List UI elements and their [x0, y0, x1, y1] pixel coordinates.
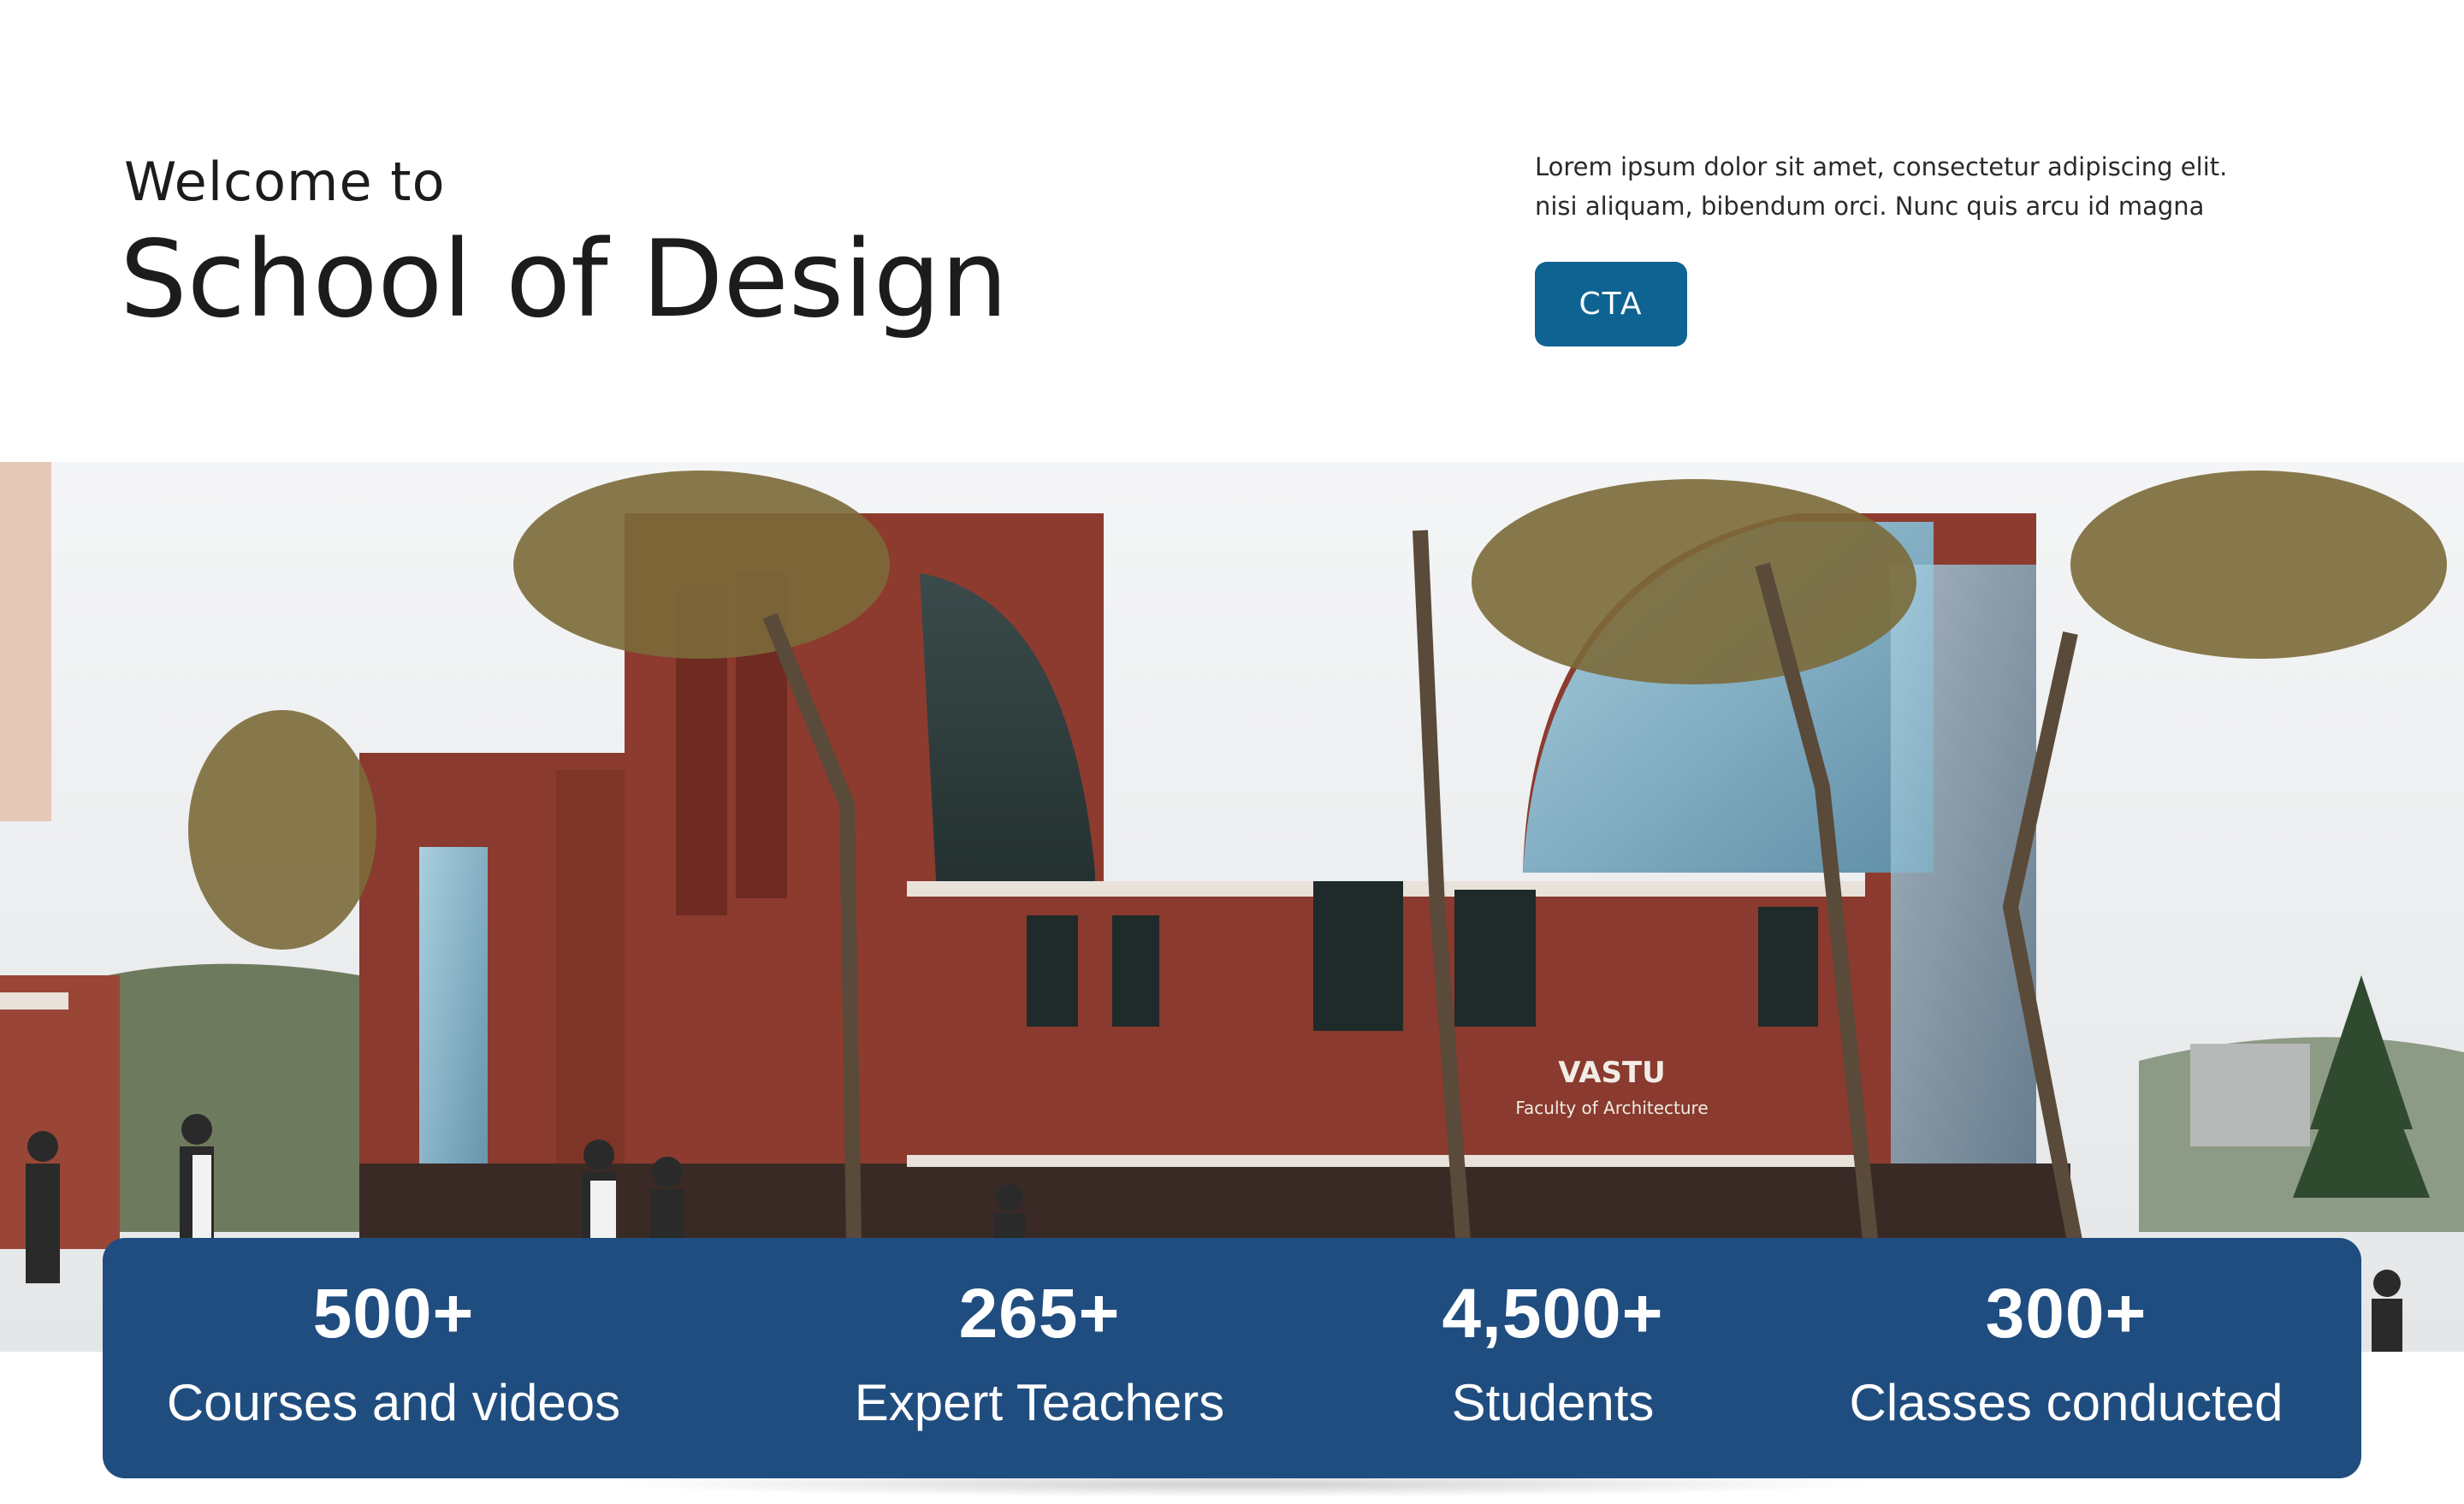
stat-label: Expert Teachers [854, 1374, 1225, 1431]
hero-header: Welcome to School of Design Lorem ipsum … [0, 0, 2464, 462]
sign-subtext: Faculty of Architecture [1515, 1098, 1708, 1118]
campus-photo: VASTU Faculty of Architecture [0, 462, 2464, 1352]
cta-button[interactable]: CTA [1535, 262, 1687, 346]
stat-value: 265+ [958, 1275, 1121, 1353]
intro-line: nisi aliquam, bibendum orci. Nunc quis a… [1535, 192, 2205, 221]
stat-label: Classes conducted [1849, 1374, 2283, 1431]
stat-teachers: 265+ Expert Teachers [821, 1238, 1258, 1478]
stat-classes: 300+ Classes conducted [1814, 1238, 2319, 1478]
stat-label: Courses and videos [166, 1374, 621, 1431]
intro-line: Lorem ipsum dolor sit amet, consectetur … [1535, 152, 2228, 181]
page-title: School of Design [120, 218, 1009, 341]
stat-value: 500+ [312, 1275, 475, 1353]
stat-students: 4,500+ Students [1348, 1238, 1758, 1478]
stat-value: 300+ [1985, 1275, 2147, 1353]
sign-text: VASTU [1558, 1056, 1666, 1090]
welcome-text: Welcome to [124, 151, 446, 213]
stat-courses: 500+ Courses and videos [150, 1238, 637, 1478]
stats-card: 500+ Courses and videos 265+ Expert Teac… [103, 1238, 2361, 1478]
intro-text: Lorem ipsum dolor sit amet, consectetur … [1535, 147, 2305, 226]
stat-label: Students [1451, 1374, 1655, 1431]
stat-value: 4,500+ [1442, 1275, 1664, 1353]
